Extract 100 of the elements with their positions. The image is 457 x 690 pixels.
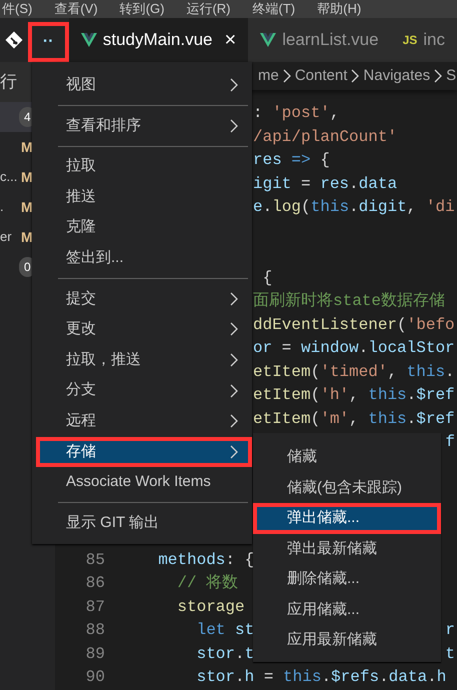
code-token: $refs (331, 667, 380, 688)
code-token: etItem (253, 386, 311, 404)
menu-item[interactable]: 提交 (36, 284, 252, 314)
code-token: ( (310, 386, 320, 404)
menu-item[interactable]: 显示 GIT 输出 (36, 508, 252, 538)
chevron-icon (282, 69, 291, 83)
editor-tab[interactable]: studyMain.vue × (68, 18, 248, 62)
menu-item[interactable]: 运行(R) (186, 0, 231, 18)
code-token: 'm' (320, 410, 350, 428)
code-token: digit (358, 198, 407, 216)
breadcrumb-item[interactable]: me (258, 64, 279, 88)
menu-item[interactable]: 删除储藏... (253, 564, 441, 594)
code-token: , (387, 362, 398, 380)
menu-item[interactable]: 存储 (36, 436, 252, 468)
code-token: { (262, 268, 272, 286)
menu-item[interactable]: 储藏(包含未跟踪) (253, 472, 441, 503)
code-token: : { (225, 550, 254, 570)
code-token: localStor (368, 339, 455, 357)
code-token: : (253, 104, 264, 122)
menu-item[interactable]: 分支 (36, 375, 252, 406)
code-token: 'timed' (320, 362, 388, 380)
status-letter: M (21, 198, 33, 216)
code-token: . (262, 198, 272, 216)
code-token: ( (310, 410, 320, 428)
code-token: = (300, 174, 312, 192)
code-token: , (330, 104, 340, 122)
code-token: , (349, 410, 360, 428)
menu-item[interactable]: 克隆 (36, 212, 252, 243)
breadcrumb-item[interactable]: Content (294, 64, 348, 88)
code-token: . (427, 667, 437, 688)
code-token: /api/planCount' (253, 128, 398, 146)
code-token: . (321, 667, 332, 688)
menu-item[interactable]: 储藏 (253, 442, 441, 472)
menu-item[interactable]: Associate Work Items (36, 467, 252, 498)
chevron-icon (230, 353, 238, 368)
code-token: => (290, 151, 312, 169)
code-token: , (406, 198, 418, 216)
chevron-icon (351, 69, 360, 83)
code-token: res (253, 151, 282, 169)
vue-icon (80, 33, 97, 47)
code-token: , (349, 386, 360, 404)
code-token: . (406, 386, 416, 404)
menu-item[interactable]: 终端(T) (252, 0, 296, 18)
menu-item[interactable]: 签出到... (36, 242, 252, 274)
code-token: . (358, 339, 368, 357)
menu-item[interactable]: 推送 (36, 182, 252, 212)
code-token: 'di (426, 198, 455, 216)
code-token: { (320, 151, 330, 169)
line-number: 87 (84, 596, 105, 618)
more-button[interactable]: ·· (28, 22, 69, 62)
code-token: data (358, 174, 398, 192)
editor-tab[interactable]: JS inc (390, 18, 457, 62)
menu-item[interactable]: 拉取 (36, 151, 252, 182)
status-letter: M (21, 168, 33, 186)
code-token: this (310, 198, 350, 216)
code-token: data (388, 667, 428, 688)
code-token: storage (177, 596, 245, 618)
chevron-icon (230, 292, 238, 306)
status-letter: M (21, 228, 33, 246)
menu-item[interactable]: 更改 (36, 314, 252, 345)
code-token: 面刷新时将state数据存储 (253, 292, 446, 310)
code-token: methods (158, 550, 226, 570)
code-token: h (244, 667, 254, 688)
code-token: . (235, 667, 245, 688)
menu-item[interactable]: 弹出储藏... (253, 503, 441, 534)
menu-item[interactable]: 转到(G) (120, 0, 164, 18)
code-token: st (235, 620, 254, 641)
code-token: res (320, 174, 350, 192)
menu-item[interactable]: 拉取，推送 (36, 344, 252, 376)
chevron-icon (230, 414, 238, 428)
close-icon[interactable]: × (224, 25, 236, 55)
code-token: e (253, 198, 263, 216)
code-token: this (368, 386, 407, 404)
code-token: ( (301, 198, 311, 216)
line-number: 85 (84, 550, 105, 570)
menu-item[interactable]: 应用最新储藏 (253, 625, 441, 656)
editor-tab[interactable]: learnList.vue (248, 18, 391, 62)
menu-item[interactable]: 查看(V) (54, 0, 98, 18)
code-token: etItem (253, 362, 311, 380)
menu-item[interactable]: 远程 (36, 406, 252, 437)
code-token: etItem (253, 410, 311, 428)
code-token: t (445, 644, 455, 662)
code-token: $ref (416, 410, 455, 428)
breadcrumb-item[interactable]: Navigates (363, 64, 430, 88)
code-token: 'befo (406, 316, 455, 334)
menu-item[interactable]: 弹出最新储藏 (253, 534, 441, 564)
code-token: 'post' (272, 104, 330, 122)
code-token: $ref (416, 386, 455, 404)
breadcrumb-item[interactable]: S (446, 64, 456, 88)
code-token: f (445, 433, 455, 451)
code-token: = (280, 339, 292, 357)
status-letter: M (21, 138, 33, 156)
menu-item[interactable]: 帮助(H) (317, 0, 362, 18)
code-token: r (445, 621, 455, 639)
chevron-icon (230, 78, 238, 92)
code-token: log (272, 198, 302, 216)
code-token: . (379, 667, 389, 688)
menu-item[interactable]: 件(S) (2, 0, 32, 18)
code-token: 'h' (320, 386, 350, 404)
menu-item[interactable]: 应用储藏... (253, 594, 441, 625)
